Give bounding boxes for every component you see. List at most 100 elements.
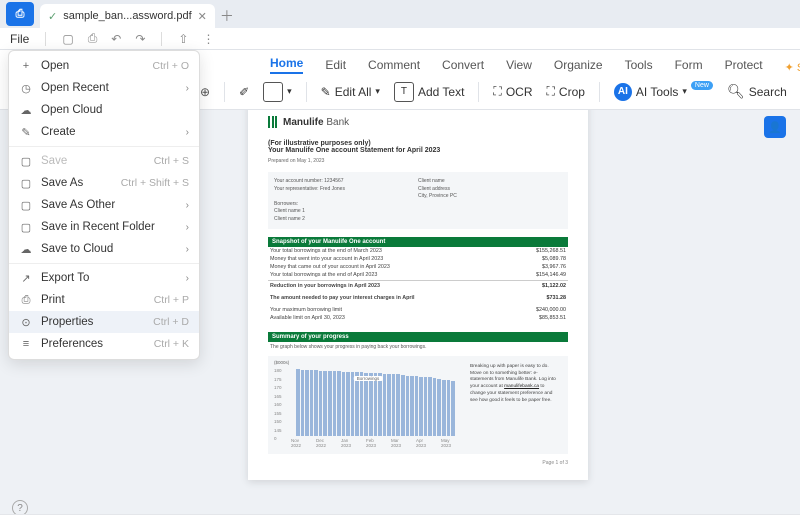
tab-convert[interactable]: Convert <box>442 58 484 74</box>
tab-close-icon[interactable]: ✕ <box>198 10 207 23</box>
menu-item-open-cloud[interactable]: ☁ Open Cloud <box>9 99 199 121</box>
chevron-right-icon: › <box>186 83 189 94</box>
quick-access-bar: File ▢ ⎙ ↶ ↷ ⇧ ⋮ <box>0 28 800 50</box>
menu-item-preferences[interactable]: ≡PreferencesCtrl + K <box>9 333 199 355</box>
brand-logo: Manulife Bank <box>268 116 568 128</box>
menu-item-label: Export To <box>41 272 89 284</box>
menu-item-open-recent[interactable]: ◷ Open Recent › <box>9 77 199 99</box>
search-button[interactable]: 🔍︎Search <box>727 83 787 100</box>
menu-item-icon: ≡ <box>19 338 33 350</box>
menu-item-shortcut: Ctrl + D <box>153 316 189 328</box>
menu-item-create[interactable]: ✎Create› <box>9 121 199 143</box>
tab-bar: ⎙ ✓ sample_ban...assword.pdf ✕ ＋ <box>0 0 800 28</box>
snapshot-row: Your maximum borrowing limit$240,000.00 <box>268 306 568 314</box>
file-dropdown-menu: +OpenCtrl + O◷Open Recent›☁Open Cloud✎Cr… <box>8 50 200 360</box>
page-number: Page 1 of 3 <box>268 460 568 466</box>
new-tab-button[interactable]: ＋ <box>215 4 239 28</box>
tab-form[interactable]: Form <box>675 58 703 74</box>
chart-y-title: ($000s) <box>274 360 289 365</box>
menu-item-label: Save to Cloud <box>41 243 113 255</box>
document-tab[interactable]: ✓ sample_ban...assword.pdf ✕ <box>40 4 215 28</box>
share-floating-button[interactable]: 👤 <box>764 116 786 138</box>
menu-item-print[interactable]: ⎙PrintCtrl + P <box>9 289 199 311</box>
summary-header: Summary of your progress <box>268 332 568 342</box>
more-icon[interactable]: ⋮ <box>202 32 214 46</box>
menu-item-save-as-other[interactable]: ▢Save As Other› <box>9 194 199 216</box>
menu-item-properties[interactable]: ⊙ Properties Ctrl + D <box>9 311 199 333</box>
chart-legend: Borrowings <box>354 376 383 381</box>
account-info-box: Your account number: 1234567Your represe… <box>268 172 568 229</box>
search-icon: 🔍︎ <box>727 83 745 100</box>
chevron-right-icon: › <box>186 222 189 233</box>
menu-item-label: Create <box>41 126 76 138</box>
ai-tools-button[interactable]: AIAI Tools▾New <box>614 83 713 101</box>
tab-home[interactable]: Home <box>270 56 303 74</box>
ocr-button[interactable]: ⛶OCR <box>493 84 532 99</box>
zoom-in-icon[interactable]: ⊕ <box>200 85 210 99</box>
chevron-right-icon: › <box>186 200 189 211</box>
ai-icon: AI <box>614 83 632 101</box>
tab-tools[interactable]: Tools <box>625 58 653 74</box>
highlighter-icon[interactable]: ✐ <box>239 85 249 99</box>
status-bar <box>0 514 800 530</box>
menu-item-export-to[interactable]: ↗Export To› <box>9 267 199 289</box>
snapshot-row: Your total borrowings at the end of Apri… <box>268 271 568 279</box>
snapshot-row: Available limit on April 30, 2023$85,853… <box>268 314 568 322</box>
menu-item-save: ▢ Save Ctrl + S <box>9 150 199 172</box>
shape-tool[interactable]: ▾ <box>263 82 292 102</box>
undo-icon[interactable]: ↶ <box>111 32 121 46</box>
menu-item-icon: ⊙ <box>19 316 33 329</box>
tab-organize[interactable]: Organize <box>554 58 603 74</box>
starred-shortcut[interactable]: ✦ S... <box>785 61 800 74</box>
menu-item-icon: ▢ <box>19 155 33 168</box>
menu-item-icon: ☁ <box>19 104 33 117</box>
borrowings-chart: ($000s) 1801751701651601551501450 Nov202… <box>274 362 462 448</box>
tab-comment[interactable]: Comment <box>368 58 420 74</box>
menu-item-shortcut: Ctrl + O <box>153 60 189 72</box>
menu-item-label: Save As Other <box>41 199 115 211</box>
snapshot-header: Snapshot of your Manulife One account <box>268 237 568 247</box>
menu-item-save-as[interactable]: ▢Save AsCtrl + Shift + S <box>9 172 199 194</box>
menu-item-save-to-cloud[interactable]: ☁Save to Cloud› <box>9 238 199 260</box>
tab-view[interactable]: View <box>506 58 532 74</box>
menu-item-label: Open Recent <box>41 82 109 94</box>
app-icon: ⎙ <box>6 2 34 26</box>
menu-item-label: Save <box>41 155 67 167</box>
menu-item-label: Open Cloud <box>41 104 102 116</box>
snapshot-row: Money that went into your account in Apr… <box>268 255 568 263</box>
menu-item-icon: ⎙ <box>19 294 33 307</box>
chevron-right-icon: › <box>186 127 189 138</box>
print-icon[interactable]: ⎙ <box>88 31 98 46</box>
snapshot-row: Your total borrowings at the end of Marc… <box>268 247 568 255</box>
snapshot-row: Money that came out of your account in A… <box>268 263 568 271</box>
menu-item-icon: ◷ <box>19 82 33 95</box>
menu-item-label: Properties <box>41 316 93 328</box>
add-text-button[interactable]: TAdd Text <box>394 82 464 102</box>
menu-item-icon: ▢ <box>19 221 33 234</box>
save-icon[interactable]: ▢ <box>62 32 73 46</box>
share-icon[interactable]: ⇧ <box>178 32 188 46</box>
text-icon: T <box>394 82 414 102</box>
redo-icon[interactable]: ↷ <box>135 32 145 46</box>
file-menu-button[interactable]: File <box>10 32 29 46</box>
menu-item-shortcut: Ctrl + S <box>154 155 189 167</box>
crop-button[interactable]: ⛶Crop <box>547 84 585 99</box>
tab-title: sample_ban...assword.pdf <box>63 10 191 22</box>
new-badge: New <box>691 81 713 90</box>
menu-item-label: Open <box>41 60 69 72</box>
menu-item-open[interactable]: +OpenCtrl + O <box>9 55 199 77</box>
menu-item-label: Save As <box>41 177 83 189</box>
edit-all-button[interactable]: ✎Edit All▾ <box>321 85 380 99</box>
tab-edit[interactable]: Edit <box>325 58 346 74</box>
menu-item-save-in-recent-folder[interactable]: ▢ Save in Recent Folder › <box>9 216 199 238</box>
doc-illustrative: (For illustrative purposes only) <box>268 140 568 147</box>
menu-item-shortcut: Ctrl + P <box>154 294 189 306</box>
pdf-page: Manulife Bank (For illustrative purposes… <box>248 110 588 480</box>
menu-item-icon: ↗ <box>19 272 33 285</box>
tab-check-icon: ✓ <box>48 10 57 23</box>
menu-item-shortcut: Ctrl + Shift + S <box>121 177 189 189</box>
tab-protect[interactable]: Protect <box>725 58 763 74</box>
menu-item-label: Save in Recent Folder <box>41 221 155 233</box>
chevron-right-icon: › <box>186 244 189 255</box>
doc-title: Your Manulife One account Statement for … <box>268 147 568 154</box>
